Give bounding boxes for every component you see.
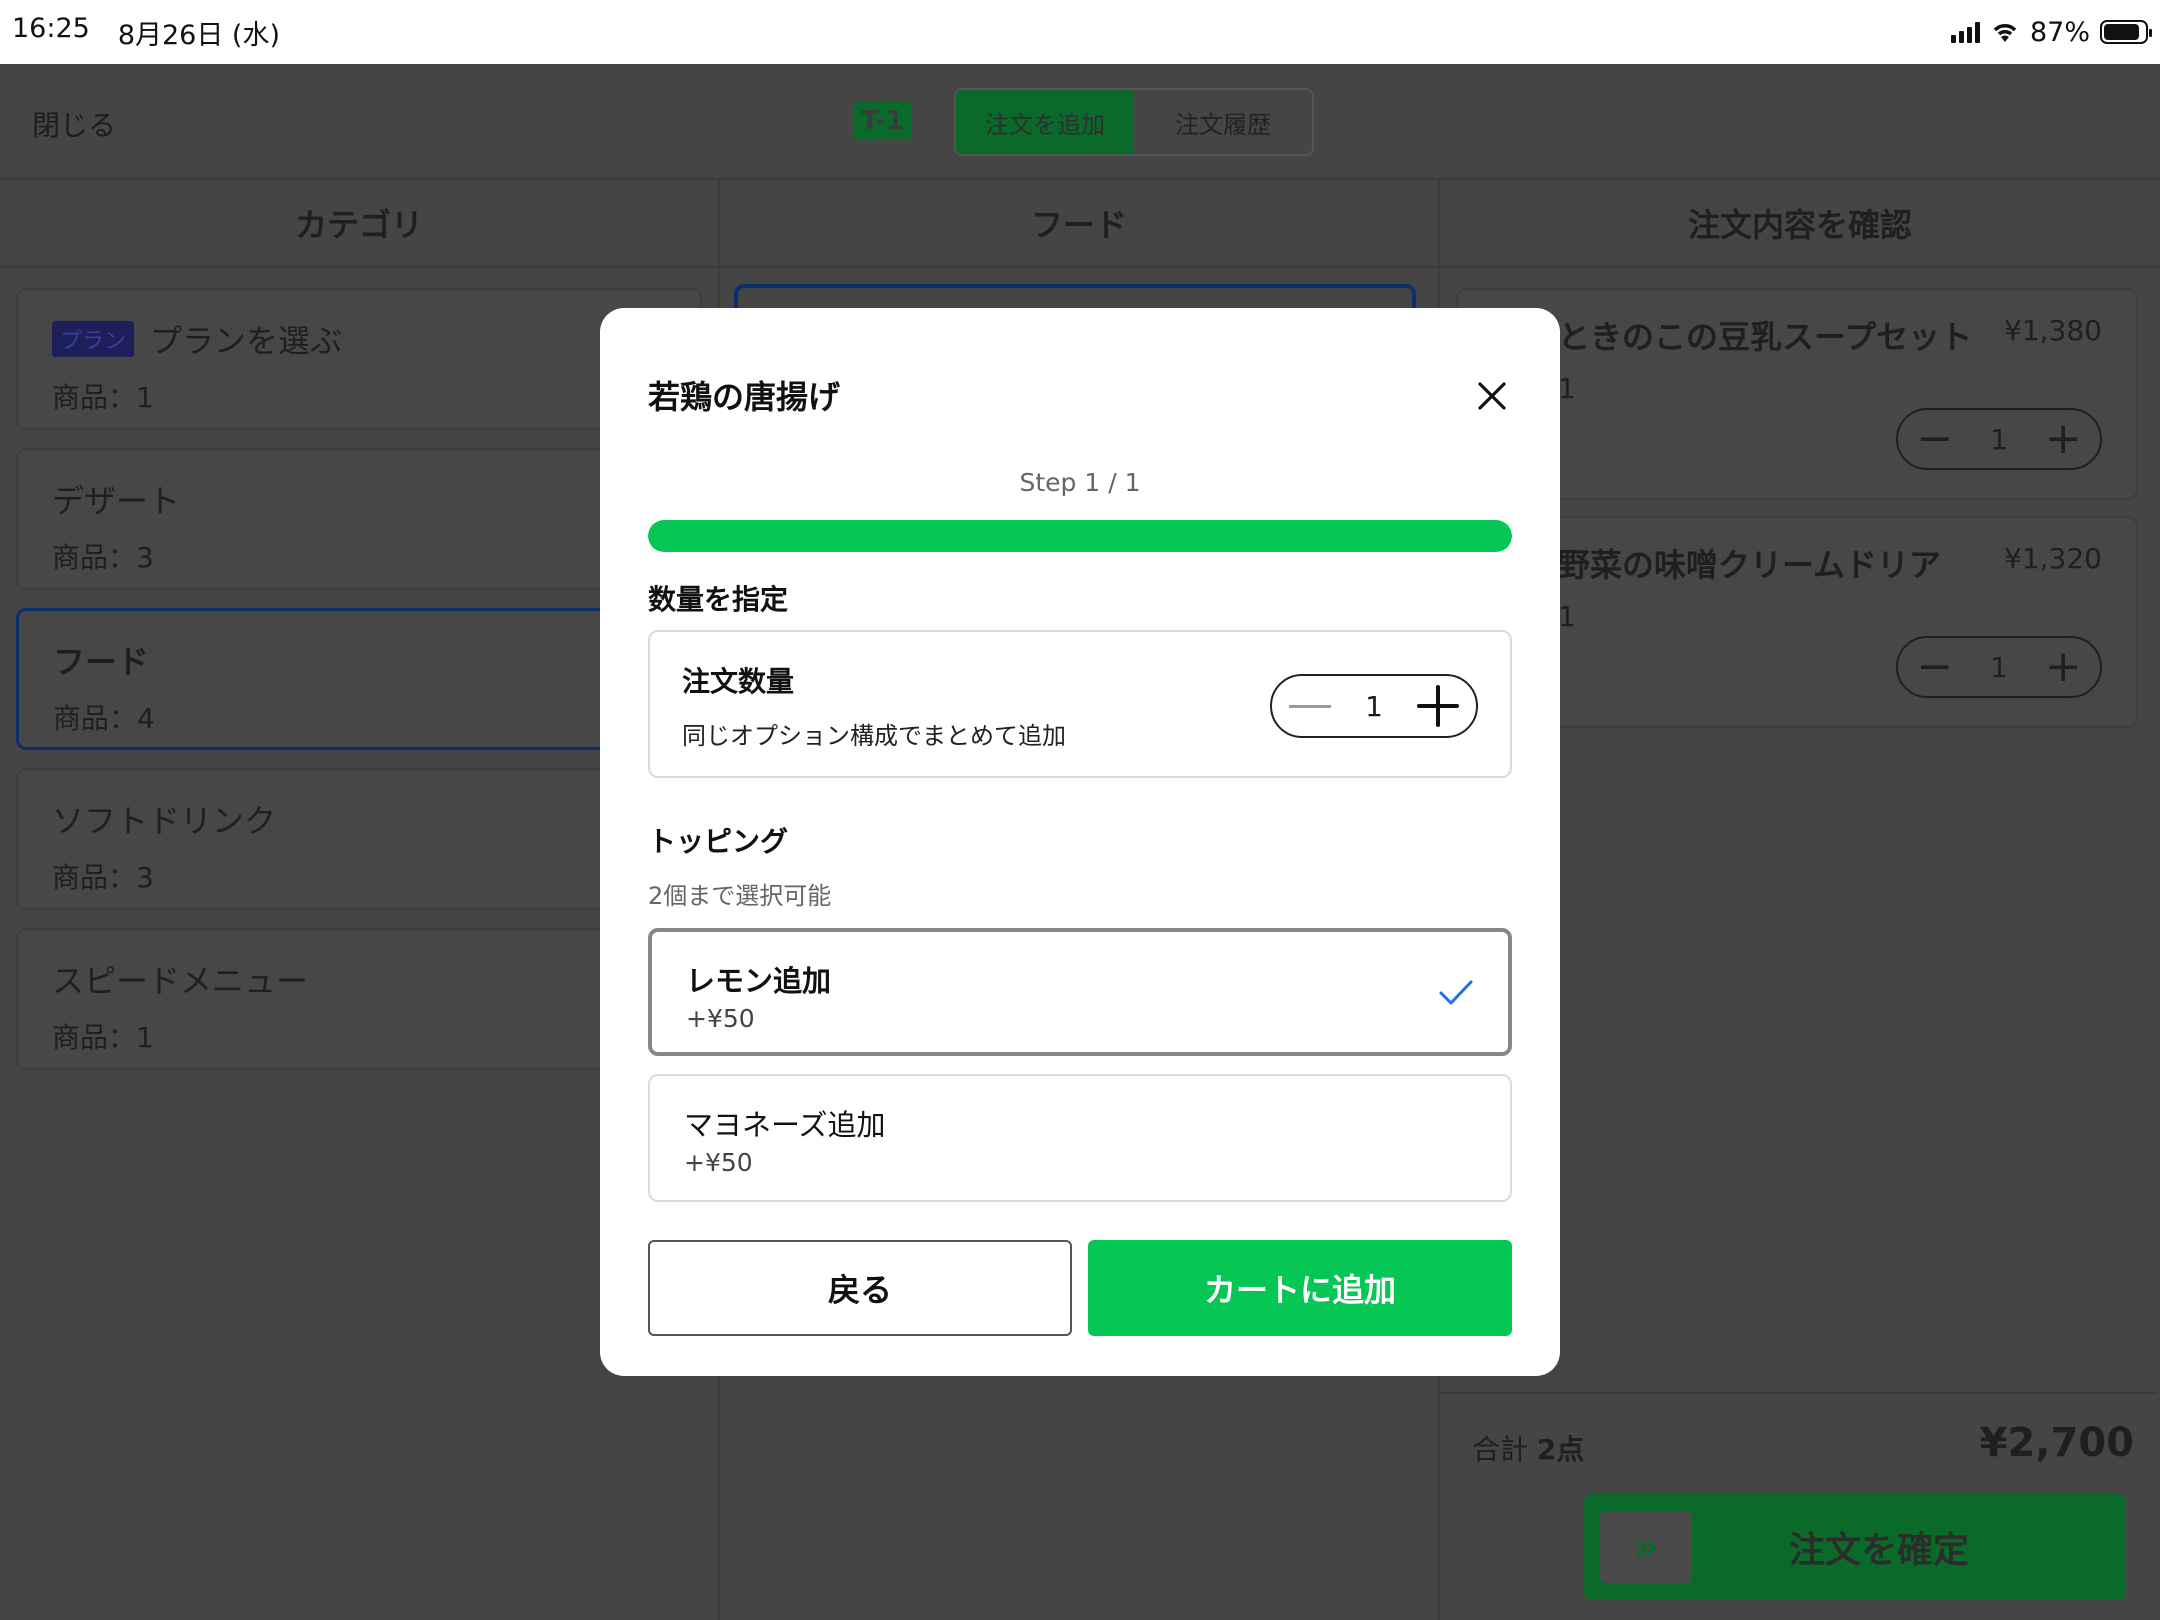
- minus-icon[interactable]: [1289, 704, 1332, 708]
- table-badge: T-1: [853, 102, 912, 140]
- cart-item-name: 野菜の味噌クリームドリア: [1558, 546, 1942, 584]
- step-label: Step 1 / 1: [1019, 468, 1141, 497]
- topping-subtitle: 2個まで選択可能: [648, 882, 832, 910]
- cart-item-price: ¥1,320: [2004, 542, 2102, 575]
- check-icon: [1439, 980, 1473, 1005]
- mode-segmented-control: 注文を追加 注文履歴: [954, 88, 1314, 156]
- close-button[interactable]: 閉じる: [32, 104, 116, 144]
- quantity-description: 同じオプション構成でまとめて追加: [682, 722, 1066, 750]
- cart-item-stepper-value: 1: [1990, 422, 2008, 456]
- plus-icon[interactable]: +: [2045, 417, 2082, 461]
- modal-title: 若鶏の唐揚げ: [648, 378, 841, 416]
- cart-footer: 合計 2点 ¥2,700 » 注文を確定: [1440, 1392, 2158, 1620]
- option-price: +¥50: [686, 1004, 755, 1033]
- cart-item-qty: 1: [1558, 372, 1576, 405]
- cart-column-title: 注文内容を確認: [1440, 180, 2160, 268]
- category-name: スピードメニュー: [52, 962, 309, 1000]
- top-bar: 閉じる T-1 注文を追加 注文履歴: [0, 64, 2160, 180]
- cart-item-stepper: − 1 +: [1896, 408, 2102, 470]
- tab-order-history[interactable]: 注文履歴: [1134, 90, 1312, 154]
- tab-add-order[interactable]: 注文を追加: [956, 90, 1134, 154]
- cart-item-name: ときのこの豆乳スープセット: [1558, 318, 1973, 356]
- quantity-section-title: 数量を指定: [648, 583, 789, 616]
- category-name: フード: [53, 643, 150, 681]
- plan-badge: プラン: [52, 321, 135, 357]
- option-modal: 若鶏の唐揚げ Step 1 / 1 数量を指定 注文数量 同じオプション構成でま…: [600, 308, 1560, 1376]
- wifi-icon: [1993, 24, 2017, 42]
- quantity-box: 注文数量 同じオプション構成でまとめて追加 1: [648, 630, 1512, 778]
- option-price: +¥50: [684, 1148, 753, 1177]
- total-label: 合計 2点: [1472, 1428, 1584, 1468]
- option-name: マヨネーズ追加: [684, 1108, 886, 1142]
- plus-icon[interactable]: [1416, 685, 1459, 727]
- total-price: ¥2,700: [1979, 1420, 2134, 1466]
- status-date: 8月26日 (水): [117, 19, 280, 51]
- cart-item-stepper-value: 1: [1990, 650, 2008, 684]
- cart-item-qty: 1: [1558, 600, 1576, 633]
- close-icon[interactable]: [1472, 376, 1512, 416]
- quantity-value: 1: [1365, 689, 1383, 723]
- progress-fill: [648, 520, 1512, 552]
- cart-item-price: ¥1,380: [2004, 314, 2102, 347]
- category-column-title: カテゴリ: [0, 180, 718, 268]
- category-count: 商品：3: [52, 541, 154, 574]
- category-name: プランを選ぶ: [150, 322, 343, 360]
- category-name: デザート: [52, 482, 181, 520]
- food-column-title: フード: [720, 180, 1438, 268]
- add-to-cart-button[interactable]: カートに追加: [1088, 1240, 1512, 1336]
- category-count: 商品：3: [52, 861, 154, 894]
- option-name: レモン追加: [686, 964, 832, 998]
- category-count: 商品：1: [52, 381, 154, 414]
- option-mayonnaise[interactable]: マヨネーズ追加 +¥50: [648, 1074, 1512, 1202]
- signal-icon: [1950, 21, 1980, 43]
- total-label-text: 合計: [1472, 1433, 1529, 1466]
- category-name: ソフトドリンク: [52, 802, 277, 840]
- double-chevron-right-icon: »: [1600, 1511, 1692, 1583]
- category-count: 商品：4: [53, 702, 155, 735]
- minus-icon[interactable]: −: [1916, 645, 1953, 689]
- topping-section-title: トッピング: [648, 825, 789, 858]
- category-count: 商品：1: [52, 1021, 154, 1054]
- status-bar: 16:25 8月26日 (水) 87%: [0, 0, 2160, 64]
- cart-item-stepper: − 1 +: [1896, 636, 2102, 698]
- minus-icon[interactable]: −: [1916, 417, 1953, 461]
- back-button[interactable]: 戻る: [648, 1240, 1072, 1336]
- option-lemon[interactable]: レモン追加 +¥50: [648, 928, 1512, 1056]
- confirm-order-button[interactable]: » 注文を確定: [1584, 1494, 2126, 1600]
- plus-icon[interactable]: +: [2045, 645, 2082, 689]
- status-time: 16:25: [12, 12, 90, 44]
- confirm-order-label: 注文を確定: [1788, 1530, 1969, 1571]
- progress-bar: [648, 520, 1512, 552]
- total-count: 2点: [1536, 1433, 1585, 1466]
- quantity-stepper: 1: [1270, 674, 1478, 738]
- quantity-title: 注文数量: [682, 665, 795, 698]
- battery-percent: 87%: [2029, 16, 2090, 48]
- battery-icon: [2100, 20, 2152, 44]
